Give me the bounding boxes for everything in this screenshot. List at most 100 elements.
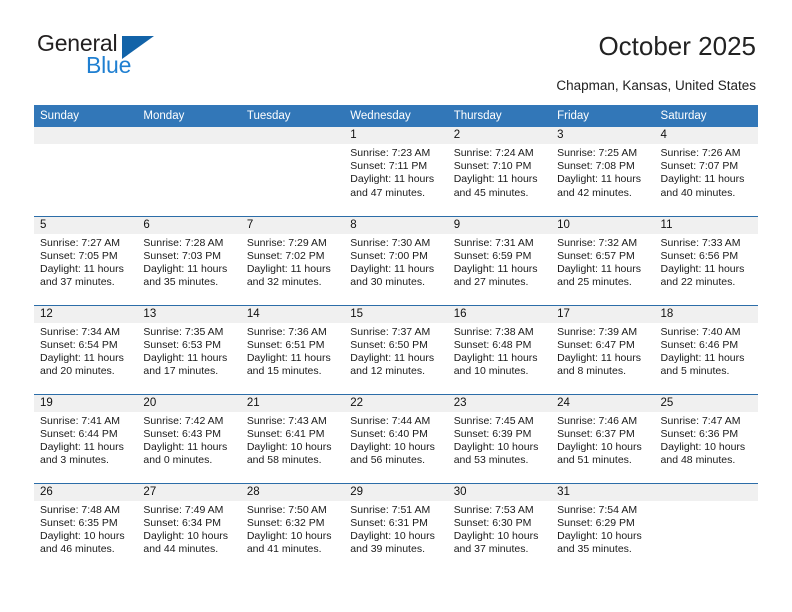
sunrise-text: Sunrise: 7:49 AM xyxy=(143,503,224,516)
day-cell[interactable] xyxy=(34,127,138,216)
sunset-text: Sunset: 6:43 PM xyxy=(143,427,222,440)
sunrise-text: Sunrise: 7:32 AM xyxy=(557,236,638,249)
day-cell[interactable]: 22 Sunrise: 7:44 AM Sunset: 6:40 PM Dayl… xyxy=(344,393,448,483)
day-number: 27 xyxy=(137,483,241,501)
day-cell[interactable]: 24 Sunrise: 7:46 AM Sunset: 6:37 PM Dayl… xyxy=(551,393,655,483)
daylight-text: Daylight: 11 hours and 27 minutes. xyxy=(453,262,538,289)
day-cell[interactable]: 7 Sunrise: 7:29 AM Sunset: 7:02 PM Dayli… xyxy=(240,215,345,305)
day-cell[interactable]: 6 Sunrise: 7:28 AM Sunset: 7:03 PM Dayli… xyxy=(137,215,241,305)
day-cell[interactable]: 25 Sunrise: 7:47 AM Sunset: 6:36 PM Dayl… xyxy=(654,393,758,483)
sunset-text: Sunset: 6:35 PM xyxy=(40,516,118,529)
sunset-text: Sunset: 7:05 PM xyxy=(40,249,118,262)
day-cell[interactable]: 28 Sunrise: 7:50 AM Sunset: 6:32 PM Dayl… xyxy=(240,482,345,572)
day-cell[interactable]: 29 Sunrise: 7:51 AM Sunset: 6:31 PM Dayl… xyxy=(344,482,448,572)
day-number: 10 xyxy=(551,216,655,234)
sunrise-text: Sunrise: 7:23 AM xyxy=(350,147,431,159)
daylight-text: Daylight: 11 hours and 17 minutes. xyxy=(143,351,228,378)
day-cell[interactable]: 3 Sunrise: 7:25 AM Sunset: 7:08 PM Dayli… xyxy=(551,127,655,216)
daylight-text: Daylight: 10 hours and 35 minutes. xyxy=(557,529,642,556)
day-details: Sunrise: 7:38 AM Sunset: 6:48 PM Dayligh… xyxy=(448,323,551,379)
day-details: Sunrise: 7:42 AM Sunset: 6:43 PM Dayligh… xyxy=(137,412,240,468)
day-cell[interactable]: 31 Sunrise: 7:54 AM Sunset: 6:29 PM Dayl… xyxy=(551,482,655,572)
day-number: 11 xyxy=(654,216,758,234)
day-number: 29 xyxy=(344,483,448,501)
day-cell[interactable]: 12 Sunrise: 7:34 AM Sunset: 6:54 PM Dayl… xyxy=(34,304,138,394)
day-details: Sunrise: 7:47 AM Sunset: 6:36 PM Dayligh… xyxy=(655,412,758,468)
daylight-text: Daylight: 11 hours and 42 minutes. xyxy=(557,173,641,199)
sunset-text: Sunset: 6:54 PM xyxy=(40,338,118,351)
weekday-header-tuesday: Tuesday xyxy=(240,105,345,127)
day-cell[interactable]: 4 Sunrise: 7:26 AM Sunset: 7:07 PM Dayli… xyxy=(654,127,758,216)
daylight-text: Daylight: 11 hours and 0 minutes. xyxy=(143,440,228,467)
day-number: 22 xyxy=(344,394,448,412)
day-cell[interactable]: 16 Sunrise: 7:38 AM Sunset: 6:48 PM Dayl… xyxy=(447,304,552,394)
sunset-text: Sunset: 6:41 PM xyxy=(246,427,325,440)
calendar-week-row: 12 Sunrise: 7:34 AM Sunset: 6:54 PM Dayl… xyxy=(34,304,758,394)
weekday-header-sunday: Sunday xyxy=(34,105,138,127)
day-cell[interactable]: 2 Sunrise: 7:24 AM Sunset: 7:10 PM Dayli… xyxy=(447,127,552,216)
day-cell[interactable]: 23 Sunrise: 7:45 AM Sunset: 6:39 PM Dayl… xyxy=(447,393,552,483)
day-number: 31 xyxy=(551,483,655,501)
day-cell[interactable]: 9 Sunrise: 7:31 AM Sunset: 6:59 PM Dayli… xyxy=(447,215,552,305)
sunrise-text: Sunrise: 7:29 AM xyxy=(246,236,327,249)
day-details: Sunrise: 7:35 AM Sunset: 6:53 PM Dayligh… xyxy=(137,323,240,379)
day-details: Sunrise: 7:40 AM Sunset: 6:46 PM Dayligh… xyxy=(655,323,758,379)
sunset-text: Sunset: 6:51 PM xyxy=(246,338,325,351)
sunrise-text: Sunrise: 7:27 AM xyxy=(40,236,120,249)
day-details xyxy=(241,144,344,147)
day-cell[interactable] xyxy=(654,482,758,572)
day-details: Sunrise: 7:31 AM Sunset: 6:59 PM Dayligh… xyxy=(448,234,551,290)
day-details: Sunrise: 7:32 AM Sunset: 6:57 PM Dayligh… xyxy=(551,234,654,290)
general-blue-logo[interactable]: General Blue xyxy=(34,30,224,82)
day-cell[interactable] xyxy=(137,127,241,216)
daylight-text: Daylight: 10 hours and 44 minutes. xyxy=(143,529,229,556)
sunrise-text: Sunrise: 7:54 AM xyxy=(557,503,638,516)
sunset-text: Sunset: 6:32 PM xyxy=(246,516,325,529)
sunset-text: Sunset: 7:07 PM xyxy=(660,160,739,173)
day-details: Sunrise: 7:43 AM Sunset: 6:41 PM Dayligh… xyxy=(241,412,344,468)
daylight-text: Daylight: 11 hours and 12 minutes. xyxy=(350,351,435,378)
daylight-text: Daylight: 10 hours and 48 minutes. xyxy=(660,440,746,467)
daylight-text: Daylight: 11 hours and 3 minutes. xyxy=(40,440,124,467)
day-details: Sunrise: 7:49 AM Sunset: 6:34 PM Dayligh… xyxy=(137,501,240,557)
day-cell[interactable]: 27 Sunrise: 7:49 AM Sunset: 6:34 PM Dayl… xyxy=(137,482,241,572)
daylight-text: Daylight: 11 hours and 5 minutes. xyxy=(660,351,745,378)
day-details: Sunrise: 7:54 AM Sunset: 6:29 PM Dayligh… xyxy=(551,501,654,557)
calendar-header-row: Sunday Monday Tuesday Wednesday Thursday… xyxy=(34,105,758,127)
sunrise-text: Sunrise: 7:28 AM xyxy=(143,236,224,249)
daylight-text: Daylight: 11 hours and 40 minutes. xyxy=(660,173,745,199)
sunrise-text: Sunrise: 7:43 AM xyxy=(246,414,327,427)
day-cell[interactable]: 10 Sunrise: 7:32 AM Sunset: 6:57 PM Dayl… xyxy=(551,215,655,305)
calendar-page: General Blue October 2025 Chapman, Kansa… xyxy=(0,0,792,612)
day-cell[interactable]: 18 Sunrise: 7:40 AM Sunset: 6:46 PM Dayl… xyxy=(654,304,758,394)
day-cell[interactable]: 26 Sunrise: 7:48 AM Sunset: 6:35 PM Dayl… xyxy=(34,482,138,572)
day-cell[interactable]: 8 Sunrise: 7:30 AM Sunset: 7:00 PM Dayli… xyxy=(344,215,448,305)
calendar-week-row: 19 Sunrise: 7:41 AM Sunset: 6:44 PM Dayl… xyxy=(34,393,758,483)
day-cell[interactable]: 20 Sunrise: 7:42 AM Sunset: 6:43 PM Dayl… xyxy=(137,393,241,483)
day-cell[interactable]: 14 Sunrise: 7:36 AM Sunset: 6:51 PM Dayl… xyxy=(240,304,345,394)
day-cell[interactable]: 1 Sunrise: 7:23 AM Sunset: 7:11 PM Dayli… xyxy=(344,127,448,216)
day-cell[interactable] xyxy=(240,127,345,216)
day-cell[interactable]: 15 Sunrise: 7:37 AM Sunset: 6:50 PM Dayl… xyxy=(344,304,448,394)
day-cell[interactable]: 13 Sunrise: 7:35 AM Sunset: 6:53 PM Dayl… xyxy=(137,304,241,394)
day-number: 2 xyxy=(447,127,552,144)
sunset-text: Sunset: 6:31 PM xyxy=(350,516,428,529)
day-cell[interactable]: 17 Sunrise: 7:39 AM Sunset: 6:47 PM Dayl… xyxy=(551,304,655,394)
sunset-text: Sunset: 6:48 PM xyxy=(453,338,532,351)
day-cell[interactable]: 5 Sunrise: 7:27 AM Sunset: 7:05 PM Dayli… xyxy=(34,215,138,305)
day-number: 1 xyxy=(344,127,448,144)
day-cell[interactable]: 21 Sunrise: 7:43 AM Sunset: 6:41 PM Dayl… xyxy=(240,393,345,483)
day-cell[interactable]: 30 Sunrise: 7:53 AM Sunset: 6:30 PM Dayl… xyxy=(447,482,552,572)
sunrise-text: Sunrise: 7:39 AM xyxy=(557,325,638,338)
sunrise-text: Sunrise: 7:33 AM xyxy=(660,236,741,249)
daylight-text: Daylight: 11 hours and 10 minutes. xyxy=(453,351,538,378)
day-cell[interactable]: 19 Sunrise: 7:41 AM Sunset: 6:44 PM Dayl… xyxy=(34,393,138,483)
sunrise-text: Sunrise: 7:26 AM xyxy=(660,147,741,159)
day-number: 12 xyxy=(34,305,138,323)
day-cell[interactable]: 11 Sunrise: 7:33 AM Sunset: 6:56 PM Dayl… xyxy=(654,215,758,305)
day-number: 14 xyxy=(240,305,345,323)
sunrise-text: Sunrise: 7:35 AM xyxy=(143,325,224,338)
sunset-text: Sunset: 7:00 PM xyxy=(350,249,428,262)
day-number xyxy=(34,127,138,144)
day-details: Sunrise: 7:45 AM Sunset: 6:39 PM Dayligh… xyxy=(448,412,551,468)
